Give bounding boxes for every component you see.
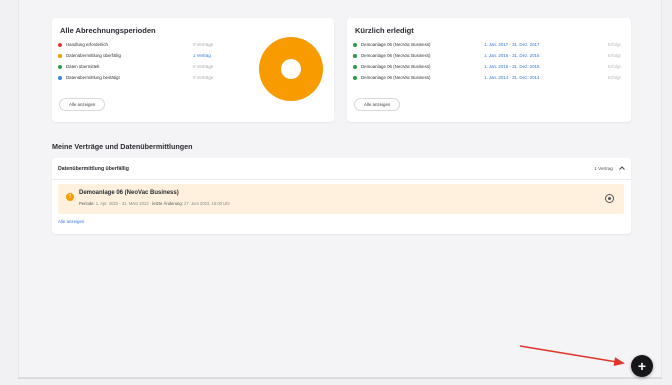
last-change-value: 27. Juni 2023, 10:00 Uhr xyxy=(184,201,230,206)
period-row-submitted[interactable]: Daten übermittelt 0 Verträge xyxy=(58,63,238,72)
last-change-label: letzte Änderung: xyxy=(152,201,183,206)
recently-completed-card: Kürzlich erledigt Demoanlage 06 (NeoVac … xyxy=(347,18,631,122)
recent-period-link[interactable]: 1. Jan. 2015 - 31. Dez. 2015 xyxy=(484,64,539,69)
recent-row[interactable]: Demoanlage 06 (NeoVac Business) 1. Jan. … xyxy=(353,74,627,83)
show-all-periods-button[interactable]: Alle anzeigen xyxy=(59,98,106,111)
overdue-group-title: Datenübermittlung überfällig xyxy=(58,166,129,172)
add-fab-button[interactable]: + xyxy=(631,355,653,377)
period-value: 1. Apr. 2022 - 31. März 2023 xyxy=(95,201,149,206)
period-row-overdue[interactable]: Datenübermittlung überfällig 1 Vertrag xyxy=(58,52,238,61)
green-status-dot-icon xyxy=(58,65,62,69)
show-all-recent-button[interactable]: Alle anzeigen xyxy=(354,98,401,111)
recent-status: Erfolgt xyxy=(608,53,621,58)
period-label: Datenübermittlung bestätigt xyxy=(66,75,120,80)
bottom-divider xyxy=(18,377,662,379)
blue-status-dot-icon xyxy=(58,76,62,80)
period-count: 0 Verträge xyxy=(193,42,214,47)
period-label: Daten übermittelt xyxy=(66,64,100,69)
recent-status: Erfolgt xyxy=(608,42,621,47)
contract-options-icon[interactable] xyxy=(605,194,614,203)
overdue-group-count: 1 Vertrag xyxy=(594,166,613,171)
period-count: 0 Verträge xyxy=(193,64,214,69)
contracts-card: Datenübermittlung überfällig 1 Vertrag !… xyxy=(52,158,631,234)
annotation-arrow-icon xyxy=(519,345,625,366)
contracts-section-title: Meine Verträge und Datenübermittlungen xyxy=(52,142,193,151)
recent-facility-name: Demoanlage 06 (NeoVac Business) xyxy=(361,75,431,80)
recent-row[interactable]: Demoanlage 06 (NeoVac Business) 1. Jan. … xyxy=(353,41,627,50)
red-status-dot-icon xyxy=(58,43,62,47)
recent-status: Erfolgt xyxy=(608,75,621,80)
contract-name: Demoanlage 06 (NeoVac Business) xyxy=(79,190,179,196)
period-donut-chart xyxy=(259,37,323,101)
donut-chart-hole xyxy=(281,59,301,79)
recent-facility-name: Demoanlage 06 (NeoVac Business) xyxy=(361,64,431,69)
overdue-group-header[interactable]: Datenübermittlung überfällig 1 Vertrag xyxy=(52,158,631,180)
green-status-dot-icon xyxy=(353,76,357,80)
period-label: Periode: xyxy=(79,201,95,206)
recent-row[interactable]: Demoanlage 06 (NeoVac Business) 1. Jan. … xyxy=(353,63,627,72)
recent-facility-name: Demoanlage 06 (NeoVac Business) xyxy=(361,42,431,47)
recently-completed-title: Kürzlich erledigt xyxy=(355,26,414,35)
contract-meta: Periode: 1. Apr. 2022 - 31. März 2023 · … xyxy=(79,201,230,206)
recent-period-link[interactable]: 1. Jan. 2014 - 31. Dez. 2014 xyxy=(484,75,539,80)
period-row-action-required[interactable]: Handlung erforderlich 0 Verträge xyxy=(58,41,238,50)
billing-periods-card: Alle Abrechnungsperioden Handlung erford… xyxy=(52,18,334,122)
contract-item[interactable]: ! Demoanlage 06 (NeoVac Business) Period… xyxy=(58,184,624,214)
recent-status: Erfolgt xyxy=(608,64,621,69)
green-status-dot-icon xyxy=(353,43,357,47)
billing-periods-title: Alle Abrechnungsperioden xyxy=(60,26,156,35)
period-row-confirmed[interactable]: Datenübermittlung bestätigt 0 Verträge xyxy=(58,74,238,83)
period-label: Handlung erforderlich xyxy=(66,42,108,47)
orange-status-dot-icon xyxy=(58,54,62,58)
recent-period-link[interactable]: 1. Jan. 2017 - 31. Dez. 2017 xyxy=(484,42,539,47)
period-label: Datenübermittlung überfällig xyxy=(66,53,121,58)
recent-row[interactable]: Demoanlage 06 (NeoVac Business) 1. Jan. … xyxy=(353,52,627,61)
warning-icon: ! xyxy=(66,193,74,201)
show-all-contracts-link[interactable]: Alle anzeigen xyxy=(58,219,84,224)
recent-facility-name: Demoanlage 06 (NeoVac Business) xyxy=(361,53,431,58)
green-status-dot-icon xyxy=(353,54,357,58)
period-count-link[interactable]: 1 Vertrag xyxy=(193,53,211,58)
plus-icon: + xyxy=(637,358,647,374)
period-count: 0 Verträge xyxy=(193,75,214,80)
meta-separator: · xyxy=(149,201,152,206)
chevron-up-icon[interactable] xyxy=(618,164,626,172)
recent-period-link[interactable]: 1. Jan. 2016 - 31. Dez. 2016 xyxy=(484,53,539,58)
green-status-dot-icon xyxy=(353,65,357,69)
